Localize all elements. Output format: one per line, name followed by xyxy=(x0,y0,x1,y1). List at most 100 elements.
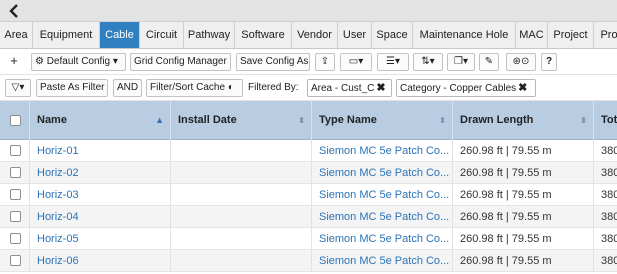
filter-chip-label: Area - Cust_C xyxy=(311,83,375,94)
chevron-left-icon xyxy=(9,4,18,18)
binoculars-button[interactable]: ⊛⊙ xyxy=(506,53,536,71)
row-checkbox[interactable] xyxy=(10,255,21,266)
grid-config-manager-button[interactable]: Grid Config Manager xyxy=(130,53,231,71)
table-row[interactable]: Horiz-02 Siemon MC 5e Patch Co... 260.98… xyxy=(0,162,617,184)
column-header-label: Tota xyxy=(601,114,617,126)
tab-pro[interactable]: Pro xyxy=(594,22,617,48)
type-name-link[interactable]: Siemon MC 5e Patch Co... xyxy=(312,184,453,206)
table-row[interactable]: Horiz-06 Siemon MC 5e Patch Co... 260.98… xyxy=(0,250,617,272)
select-all-checkbox[interactable] xyxy=(10,115,21,126)
save-config-as-button[interactable]: Save Config As xyxy=(236,53,310,71)
table-row[interactable]: Horiz-05 Siemon MC 5e Patch Co... 260.98… xyxy=(0,228,617,250)
type-name-link[interactable]: Siemon MC 5e Patch Co... xyxy=(312,162,453,184)
module-tabs: Area Equipment Cable Circuit Pathway Sof… xyxy=(0,22,617,49)
export-icon: ⇪ xyxy=(320,56,330,67)
tab-circuit[interactable]: Circuit xyxy=(140,22,184,48)
export-button[interactable]: ⇪ xyxy=(315,53,335,71)
help-button[interactable]: ? xyxy=(541,53,557,71)
row-select-cell xyxy=(0,250,30,272)
drawn-length-cell: 260.98 ft | 79.55 m xyxy=(453,250,594,272)
table-row[interactable]: Horiz-03 Siemon MC 5e Patch Co... 260.98… xyxy=(0,184,617,206)
column-header-name[interactable]: Name ▲ xyxy=(30,101,171,140)
cable-name-link[interactable]: Horiz-03 xyxy=(30,184,171,206)
tab-vendor[interactable]: Vendor xyxy=(292,22,338,48)
grid-header: Name ▲ Install Date ⬍ Type Name ⬍ Drawn … xyxy=(0,101,617,140)
filter-chip-area: Area - Cust_C ✖ xyxy=(307,79,392,97)
tab-mac[interactable]: MAC xyxy=(516,22,548,48)
cable-name-link[interactable]: Horiz-02 xyxy=(30,162,171,184)
sort-icon: ⬍ xyxy=(580,116,587,125)
tools-button[interactable]: ✎ xyxy=(479,53,499,71)
filter-sort-cache-toggle[interactable]: Filter/Sort Cache ◐ xyxy=(146,79,243,97)
filter-chip-label: Category - Copper Cables xyxy=(400,83,517,94)
row-checkbox[interactable] xyxy=(10,189,21,200)
window-icon: ▭ xyxy=(348,56,359,67)
sort-icon: ⬍ xyxy=(298,116,305,125)
cable-name-link[interactable]: Horiz-06 xyxy=(30,250,171,272)
column-header-label: Drawn Length xyxy=(460,114,534,126)
filter-sort-cache-label: Filter/Sort Cache xyxy=(150,82,226,93)
tab-user[interactable]: User xyxy=(338,22,372,48)
tab-pathway[interactable]: Pathway xyxy=(184,22,235,48)
cable-name-link[interactable]: Horiz-01 xyxy=(30,140,171,162)
tab-project[interactable]: Project xyxy=(548,22,594,48)
paste-as-filter-button[interactable]: Paste As Filter xyxy=(36,79,108,97)
select-all-cell xyxy=(0,101,30,140)
drawn-length-cell: 260.98 ft | 79.55 m xyxy=(453,162,594,184)
table-row[interactable]: Horiz-01 Siemon MC 5e Patch Co... 260.98… xyxy=(0,140,617,162)
row-select-cell xyxy=(0,184,30,206)
type-name-link[interactable]: Siemon MC 5e Patch Co... xyxy=(312,250,453,272)
column-header-install-date[interactable]: Install Date ⬍ xyxy=(171,101,312,140)
cable-name-link[interactable]: Horiz-04 xyxy=(30,206,171,228)
sort-menu-button[interactable]: ⇅▾ xyxy=(413,53,443,71)
table-row[interactable]: Horiz-04 Siemon MC 5e Patch Co... 260.98… xyxy=(0,206,617,228)
and-button[interactable]: AND xyxy=(113,79,142,97)
drawn-length-cell: 260.98 ft | 79.55 m xyxy=(453,184,594,206)
filter-chip-category: Category - Copper Cables ✖ xyxy=(396,79,536,97)
default-config-button[interactable]: ⚙ Default Config ▾ xyxy=(31,53,126,71)
column-header-type-name[interactable]: Type Name ⬍ xyxy=(312,101,453,140)
total-cell: 380 xyxy=(601,233,617,245)
row-select-cell xyxy=(0,140,30,162)
row-checkbox[interactable] xyxy=(10,233,21,244)
back-button[interactable] xyxy=(4,2,24,20)
top-bar xyxy=(0,0,617,22)
copy-icon: ❐ xyxy=(454,56,463,67)
drawn-length-cell: 260.98 ft | 79.55 m xyxy=(453,228,594,250)
view-menu-button[interactable]: ▭▾ xyxy=(340,53,372,71)
list-menu-button[interactable]: ☰▾ xyxy=(377,53,409,71)
column-header-label: Type Name xyxy=(319,114,377,126)
column-header-drawn-length[interactable]: Drawn Length ⬍ xyxy=(453,101,594,140)
close-icon[interactable]: ✖ xyxy=(376,82,385,94)
row-checkbox[interactable] xyxy=(10,145,21,156)
row-select-cell xyxy=(0,228,30,250)
binoculars-icon: ⊛⊙ xyxy=(512,56,530,67)
sort-icon: ⇅ xyxy=(421,56,430,67)
tab-cable[interactable]: Cable xyxy=(100,22,140,48)
caret-down-icon: ▾ xyxy=(19,82,25,93)
tab-space[interactable]: Space xyxy=(372,22,413,48)
column-header-label: Name xyxy=(37,114,67,126)
row-checkbox[interactable] xyxy=(10,211,21,222)
row-select-cell xyxy=(0,162,30,184)
caret-down-icon: ▾ xyxy=(462,56,468,67)
sort-icon: ⬍ xyxy=(439,116,446,125)
install-date-cell xyxy=(171,162,312,184)
caret-down-icon: ▾ xyxy=(394,56,400,67)
row-checkbox[interactable] xyxy=(10,167,21,178)
close-icon[interactable]: ✖ xyxy=(518,82,527,94)
install-date-cell xyxy=(171,140,312,162)
tab-equipment[interactable]: Equipment xyxy=(33,22,100,48)
type-name-link[interactable]: Siemon MC 5e Patch Co... xyxy=(312,206,453,228)
add-button[interactable]: + xyxy=(4,53,24,71)
tab-software[interactable]: Software xyxy=(235,22,292,48)
filter-menu-button[interactable]: ▽▾ xyxy=(5,79,31,97)
type-name-link[interactable]: Siemon MC 5e Patch Co... xyxy=(312,140,453,162)
tab-maintenance-hole[interactable]: Maintenance Hole xyxy=(413,22,516,48)
tab-area[interactable]: Area xyxy=(0,22,33,48)
column-header-total[interactable]: Tota xyxy=(594,101,617,140)
default-config-label: Default Config xyxy=(46,56,111,67)
cable-name-link[interactable]: Horiz-05 xyxy=(30,228,171,250)
type-name-link[interactable]: Siemon MC 5e Patch Co... xyxy=(312,228,453,250)
copy-menu-button[interactable]: ❐▾ xyxy=(447,53,475,71)
